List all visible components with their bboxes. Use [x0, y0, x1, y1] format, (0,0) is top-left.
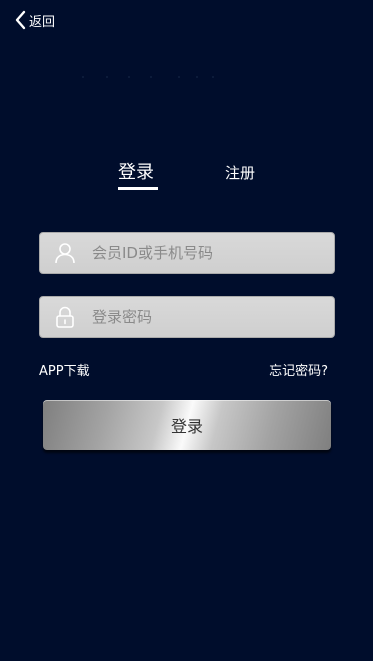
back-label: 返回 [29, 14, 56, 30]
user-icon [55, 243, 75, 264]
tab-login-label: 登录 [118, 162, 154, 183]
app-download-link[interactable]: APP下载 [39, 360, 90, 379]
auth-tabs: 登录 注册 [0, 158, 373, 194]
chevron-left-icon [15, 10, 26, 30]
login-button[interactable]: 登录 [43, 400, 331, 450]
back-button[interactable]: 返回 [14, 10, 55, 30]
decorative-dots [0, 76, 373, 80]
lock-icon [56, 306, 74, 328]
tab-register-label: 注册 [225, 164, 256, 182]
password-field[interactable] [39, 296, 335, 338]
account-input[interactable] [90, 243, 314, 263]
tab-register[interactable]: 注册 [225, 162, 255, 183]
forgot-password-link[interactable]: 忘记密码? [269, 360, 328, 379]
account-field[interactable] [39, 232, 335, 274]
active-tab-indicator [118, 187, 158, 190]
tab-login[interactable]: 登录 [118, 158, 158, 190]
password-input[interactable] [90, 307, 314, 327]
